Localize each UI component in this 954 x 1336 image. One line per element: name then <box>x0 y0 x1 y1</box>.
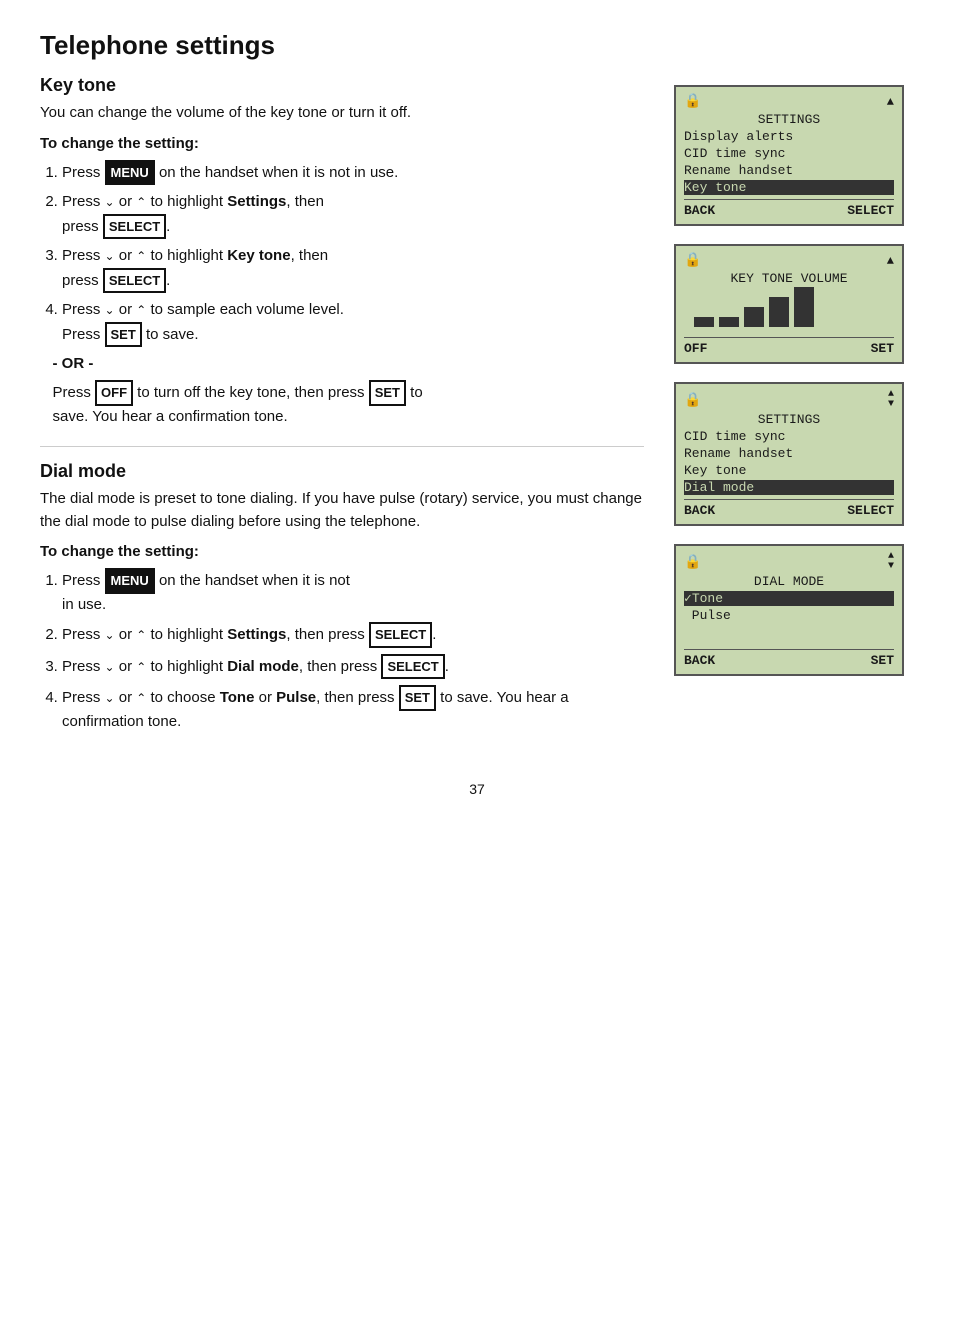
up-arrow-icon6: ⌃ <box>136 691 146 705</box>
lcd-row-key-tone-highlighted: Key tone <box>684 180 894 195</box>
set-button-label: SET <box>105 322 142 348</box>
down-arrow-icon4: ⌄ <box>105 628 115 642</box>
lcd-set-1: SET <box>871 341 894 356</box>
dial-mode-title: Dial mode <box>40 461 644 482</box>
lcd-footer-4: BACK SET <box>684 649 894 668</box>
key-tone-to-change: To change the setting: <box>40 135 644 152</box>
lcd-select-1: SELECT <box>847 203 894 218</box>
lock-icon-2: 🔒 <box>684 252 701 269</box>
lock-icon-1: 🔒 <box>684 93 701 110</box>
lcd-back-1: BACK <box>684 203 715 218</box>
lcd-spacer <box>684 625 894 645</box>
lcd-row-rename-handset-2: Rename handset <box>684 446 894 461</box>
dial-mode-steps-list: Press MENU on the handset when it is not… <box>62 568 644 733</box>
down-arrow-icon5: ⌄ <box>105 660 115 674</box>
lcd-row-cid-time-sync-2: CID time sync <box>684 429 894 444</box>
vol-bar-empty <box>719 317 739 327</box>
lcd-off-1: OFF <box>684 341 707 356</box>
select-button-label: SELECT <box>103 214 166 240</box>
key-tone-steps-list: Press MENU on the handset when it is not… <box>62 160 644 348</box>
lcd-top-bar-4: 🔒 ▲▼ <box>684 552 894 572</box>
key-tone-description: You can change the volume of the key ton… <box>40 102 644 125</box>
section-divider <box>40 446 644 447</box>
dial-mode-to-change: To change the setting: <box>40 543 644 560</box>
lcd-row-cid-time-sync: CID time sync <box>684 146 894 161</box>
up-arrow-screen-2: ▲ <box>887 254 894 268</box>
volume-bars-container <box>684 288 894 333</box>
lcd-row-display-alerts: Display alerts <box>684 129 894 144</box>
lock-icon-4: 🔒 <box>684 554 701 571</box>
page-number: 37 <box>40 781 914 797</box>
dial-mode-step-4: Press ⌄ or ⌃ to choose Tone or Pulse, th… <box>62 685 644 733</box>
menu-button-label2: MENU <box>105 568 155 594</box>
key-tone-volume-screen: 🔒 ▲ KEY TONE VOLUME OFF SET <box>674 244 904 364</box>
lcd-footer-2: OFF SET <box>684 337 894 356</box>
up-arrow-icon3: ⌃ <box>136 303 146 317</box>
lcd-row-rename-handset: Rename handset <box>684 163 894 178</box>
lcd-header-3: SETTINGS <box>684 412 894 427</box>
select-button-label4: SELECT <box>381 654 444 680</box>
up-arrow-screen-1: ▲ <box>887 95 894 109</box>
lcd-row-key-tone-2: Key tone <box>684 463 894 478</box>
down-arrow-icon: ⌄ <box>105 195 115 209</box>
key-tone-step-4: Press ⌄ or ⌃ to sample each volume level… <box>62 299 644 347</box>
lcd-header-1: SETTINGS <box>684 112 894 127</box>
lcd-footer-3: BACK SELECT <box>684 499 894 518</box>
page-title: Telephone settings <box>40 30 914 61</box>
key-tone-step-3: Press ⌄ or ⌃ to highlight Key tone, then… <box>62 245 644 293</box>
up-arrow-icon: ⌃ <box>136 195 146 209</box>
lcd-back-4: BACK <box>684 653 715 668</box>
up-arrow-icon5: ⌃ <box>136 660 146 674</box>
up-down-arrows-3: ▲▼ <box>888 390 894 410</box>
dial-mode-step-2: Press ⌄ or ⌃ to highlight Settings, then… <box>62 622 644 648</box>
or-text: Press OFF to turn off the key tone, then… <box>40 380 644 428</box>
settings-menu-dialmode-screen: 🔒 ▲▼ SETTINGS CID time sync Rename hands… <box>674 382 904 526</box>
vol-bar-4 <box>794 287 814 327</box>
lcd-set-4: SET <box>871 653 894 668</box>
select-button-label2: SELECT <box>103 268 166 294</box>
vol-bar-3 <box>769 297 789 327</box>
key-tone-title: Key tone <box>40 75 644 96</box>
lcd-row-dial-mode-highlighted: Dial mode <box>684 480 894 495</box>
dial-mode-step-3: Press ⌄ or ⌃ to highlight Dial mode, the… <box>62 654 644 680</box>
lcd-back-3: BACK <box>684 503 715 518</box>
left-content: Key tone You can change the volume of th… <box>40 75 644 741</box>
settings-menu-keytone-screen: 🔒 ▲ SETTINGS Display alerts CID time syn… <box>674 85 904 226</box>
lock-icon-3: 🔒 <box>684 392 701 409</box>
up-down-arrows-4: ▲▼ <box>888 552 894 572</box>
lcd-header-4: DIAL MODE <box>684 574 894 589</box>
key-tone-step-2: Press ⌄ or ⌃ to highlight Settings, then… <box>62 191 644 239</box>
lcd-row-pulse: Pulse <box>684 608 894 623</box>
down-arrow-icon2: ⌄ <box>105 249 115 263</box>
or-divider: - OR - <box>40 355 644 372</box>
set-button-label2: SET <box>369 380 406 406</box>
vol-bar-2 <box>744 307 764 327</box>
down-arrow-icon3: ⌄ <box>105 303 115 317</box>
right-screens: 🔒 ▲ SETTINGS Display alerts CID time syn… <box>674 75 914 741</box>
dial-mode-step-1: Press MENU on the handset when it is not… <box>62 568 644 616</box>
lcd-top-bar-1: 🔒 ▲ <box>684 93 894 110</box>
select-button-label3: SELECT <box>369 622 432 648</box>
lcd-footer-1: BACK SELECT <box>684 199 894 218</box>
lcd-row-tone-highlighted: ✓Tone <box>684 591 894 606</box>
menu-button-label: MENU <box>105 160 155 186</box>
down-arrow-icon6: ⌄ <box>105 691 115 705</box>
lcd-top-bar-3: 🔒 ▲▼ <box>684 390 894 410</box>
up-arrow-icon4: ⌃ <box>136 628 146 642</box>
off-button-label: OFF <box>95 380 133 406</box>
dial-mode-select-screen: 🔒 ▲▼ DIAL MODE ✓Tone Pulse BACK SET <box>674 544 904 676</box>
lcd-select-3: SELECT <box>847 503 894 518</box>
key-tone-step-1: Press MENU on the handset when it is not… <box>62 160 644 186</box>
set-button-label3: SET <box>399 685 436 711</box>
vol-bar-1 <box>694 317 714 327</box>
dial-mode-description: The dial mode is preset to tone dialing.… <box>40 488 644 533</box>
lcd-top-bar-2: 🔒 ▲ <box>684 252 894 269</box>
lcd-header-2: KEY TONE VOLUME <box>684 271 894 286</box>
up-arrow-icon2: ⌃ <box>136 249 146 263</box>
